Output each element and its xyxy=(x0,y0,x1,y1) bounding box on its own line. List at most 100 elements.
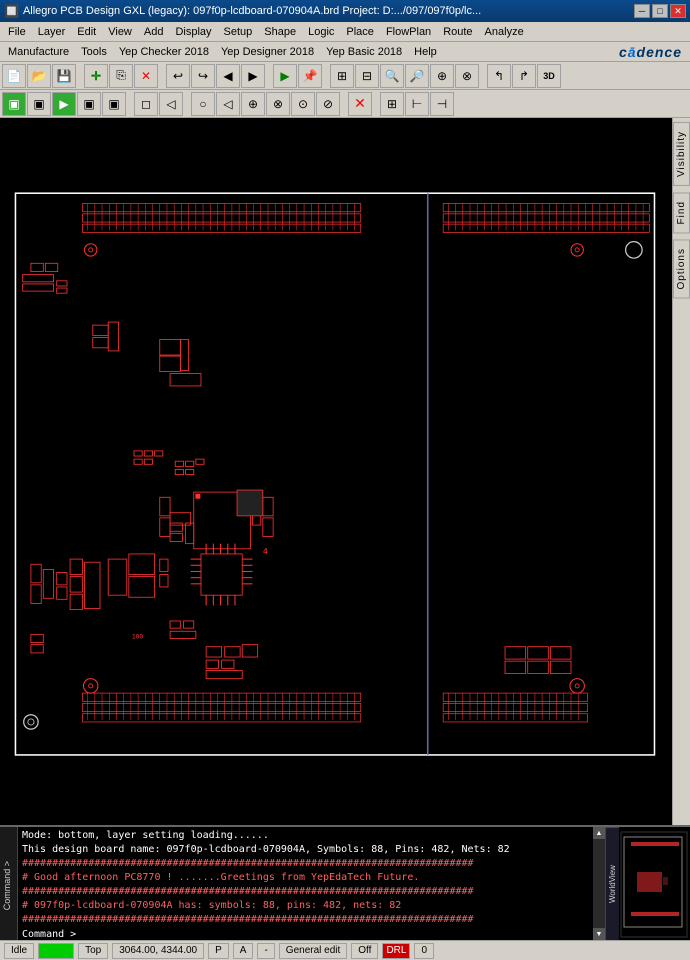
tb-zoom-fit[interactable]: ⊕ xyxy=(430,64,454,88)
coordinates: 3064.00, 4344.00 xyxy=(112,943,204,959)
menu-item-tools[interactable]: Tools xyxy=(75,44,113,60)
menu-item-logic[interactable]: Logic xyxy=(302,24,340,40)
tb2-8[interactable]: ○ xyxy=(191,92,215,116)
tb-cross[interactable]: ✛ xyxy=(84,64,108,88)
maximize-button[interactable]: □ xyxy=(652,4,668,18)
tb-pan-r[interactable]: ↱ xyxy=(512,64,536,88)
menu-item-file[interactable]: File xyxy=(2,24,32,40)
tb-pan-l[interactable]: ↰ xyxy=(487,64,511,88)
tb2-5[interactable]: ▣ xyxy=(102,92,126,116)
open-btn[interactable]: 📂 xyxy=(27,64,51,88)
svg-text:4: 4 xyxy=(263,546,268,556)
green-led xyxy=(38,943,74,959)
scroll-thumb[interactable] xyxy=(593,839,605,928)
bottom-console: Command > Mode: bottom, layer setting lo… xyxy=(0,825,690,940)
tb-copy[interactable]: ⎘ xyxy=(109,64,133,88)
menu-item-route[interactable]: Route xyxy=(437,24,478,40)
mode-p: P xyxy=(208,943,229,959)
tb-zoom-out[interactable]: 🔎 xyxy=(405,64,429,88)
window-title: Allegro PCB Design GXL (legacy): 097f0p-… xyxy=(23,5,634,17)
cadence-logo: cādence xyxy=(619,44,688,60)
save-btn[interactable]: 💾 xyxy=(52,64,76,88)
options-tab[interactable]: Options xyxy=(673,239,690,298)
menu-item-view[interactable]: View xyxy=(102,24,138,40)
tb2-15[interactable]: ⊞ xyxy=(380,92,404,116)
tb-redo[interactable]: ↪ xyxy=(191,64,215,88)
scroll-up-btn[interactable]: ▲ xyxy=(593,827,605,839)
command-prompt: Command > xyxy=(22,929,589,940)
console-line-3: # Good afternoon PC8770 ! .......Greetin… xyxy=(22,871,589,885)
tb2-16[interactable]: ⊢ xyxy=(405,92,429,116)
right-sidebar: Visibility Find Options xyxy=(672,118,690,825)
off-status: Off xyxy=(351,943,378,959)
menu-item-place[interactable]: Place xyxy=(340,24,380,40)
tb-grid[interactable]: ⊞ xyxy=(330,64,354,88)
tb2-7[interactable]: ◁ xyxy=(159,92,183,116)
tb2-4[interactable]: ▣ xyxy=(77,92,101,116)
console-label: Command > xyxy=(2,861,12,910)
tb-back[interactable]: ◀ xyxy=(216,64,240,88)
pcb-canvas[interactable]: 4 100 xyxy=(0,118,672,825)
tb2-3[interactable]: ▶ xyxy=(52,92,76,116)
counter: 0 xyxy=(414,943,434,959)
toolbar-1: 📄 📂 💾 ✛ ⎘ ✕ ↩ ↪ ◀ ▶ ▶ 📌 ⊞ ⊟ 🔍 🔎 ⊕ ⊗ ↰ ↱ … xyxy=(0,62,690,90)
tb-fwd[interactable]: ▶ xyxy=(241,64,265,88)
separator: - xyxy=(257,943,274,959)
title-bar: 🔲 Allegro PCB Design GXL (legacy): 097f0… xyxy=(0,0,690,22)
console-line-5: # 097f0p-lcdboard-070904A has: symbols: … xyxy=(22,899,589,913)
idle-status: Idle xyxy=(4,943,34,959)
tb-delete[interactable]: ✕ xyxy=(134,64,158,88)
window-controls: ─ □ ✕ xyxy=(634,4,686,18)
tb2-10[interactable]: ⊕ xyxy=(241,92,265,116)
tb-grid2[interactable]: ⊟ xyxy=(355,64,379,88)
tb2-2[interactable]: ▣ xyxy=(27,92,51,116)
menu-item-yep-checker-2018[interactable]: Yep Checker 2018 xyxy=(113,44,215,60)
menu-item-setup[interactable]: Setup xyxy=(218,24,259,40)
layer-status: Top xyxy=(78,943,108,959)
tb-3d[interactable]: 3D xyxy=(537,64,561,88)
tb2-13[interactable]: ⊘ xyxy=(316,92,340,116)
prompt-text: Command > xyxy=(22,929,76,940)
tb2-1[interactable]: ▣ xyxy=(2,92,26,116)
tb2-14[interactable]: ✕ xyxy=(348,92,372,116)
mode-a: A xyxy=(233,943,254,959)
menu-item-flowplan[interactable]: FlowPlan xyxy=(380,24,437,40)
find-tab[interactable]: Find xyxy=(673,192,690,233)
menu-item-layer[interactable]: Layer xyxy=(32,24,72,40)
scroll-down-btn[interactable]: ▼ xyxy=(593,928,605,940)
command-input[interactable] xyxy=(76,929,276,940)
tb2-11[interactable]: ⊗ xyxy=(266,92,290,116)
tb-pin[interactable]: 📌 xyxy=(298,64,322,88)
close-button[interactable]: ✕ xyxy=(670,4,686,18)
console-output: Mode: bottom, layer setting loading.....… xyxy=(18,827,593,940)
menu-item-yep-basic-2018[interactable]: Yep Basic 2018 xyxy=(320,44,408,60)
menu-item-analyze[interactable]: Analyze xyxy=(479,24,530,40)
minimize-button[interactable]: ─ xyxy=(634,4,650,18)
console-scrollbar[interactable]: ▲ ▼ xyxy=(593,827,605,940)
worldview-canvas xyxy=(619,827,690,940)
tb-undo[interactable]: ↩ xyxy=(166,64,190,88)
menu-item-help[interactable]: Help xyxy=(408,44,443,60)
menu-item-edit[interactable]: Edit xyxy=(71,24,102,40)
status-bar: Idle Top 3064.00, 4344.00 P A - General … xyxy=(0,940,690,960)
new-btn[interactable]: 📄 xyxy=(2,64,26,88)
menu-item-add[interactable]: Add xyxy=(138,24,170,40)
tb-zoom-sel[interactable]: ⊗ xyxy=(455,64,479,88)
console-line-0: Mode: bottom, layer setting loading.....… xyxy=(22,829,589,843)
tb2-6[interactable]: ◻ xyxy=(134,92,158,116)
worldview-panel: WorldView xyxy=(605,827,690,940)
tb-zoom-in[interactable]: 🔍 xyxy=(380,64,404,88)
menu-item-manufacture[interactable]: Manufacture xyxy=(2,44,75,60)
console-line-1: This design board name: 097f0p-lcdboard-… xyxy=(22,843,589,857)
visibility-tab[interactable]: Visibility xyxy=(673,122,690,186)
menu-bar-1: FileLayerEditViewAddDisplaySetupShapeLog… xyxy=(0,22,690,42)
worldview-label: WorldView xyxy=(606,827,619,940)
console-line-2: ########################################… xyxy=(22,857,589,871)
tb-run[interactable]: ▶ xyxy=(273,64,297,88)
tb2-17[interactable]: ⊣ xyxy=(430,92,454,116)
tb2-9[interactable]: ◁ xyxy=(216,92,240,116)
tb2-12[interactable]: ⊙ xyxy=(291,92,315,116)
menu-item-display[interactable]: Display xyxy=(169,24,217,40)
menu-item-shape[interactable]: Shape xyxy=(258,24,302,40)
menu-item-yep-designer-2018[interactable]: Yep Designer 2018 xyxy=(215,44,320,60)
